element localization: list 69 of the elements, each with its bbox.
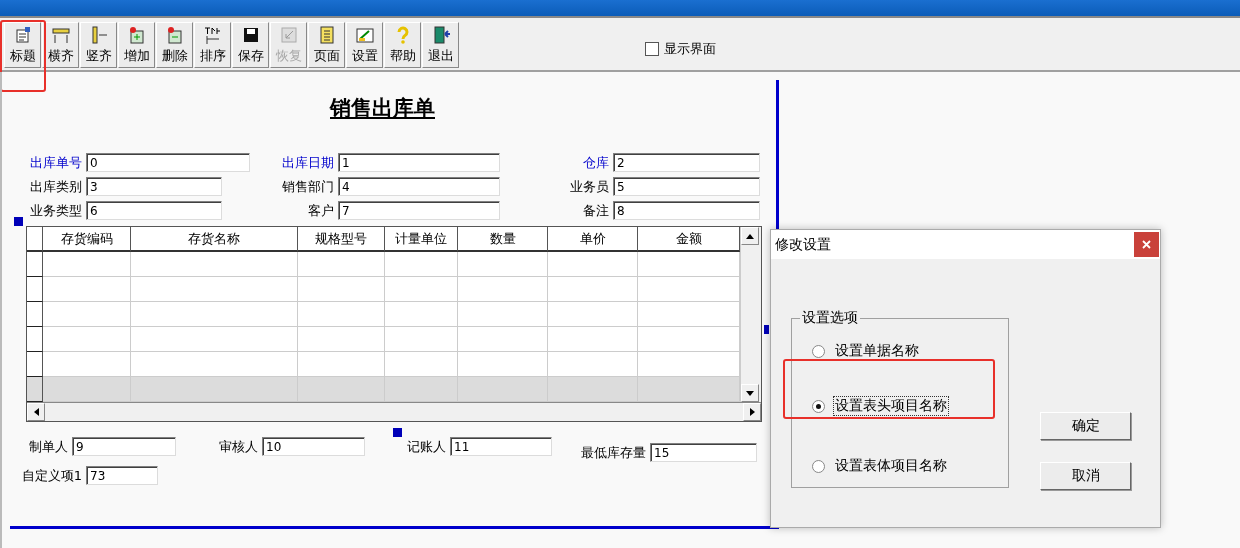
toolbar-button[interactable]: 排序 (194, 22, 231, 68)
show-ui-checkbox[interactable]: 显示界面 (645, 40, 716, 58)
column-header: 计量单位 (385, 227, 458, 252)
toolbar-button[interactable]: 保存 (232, 22, 269, 68)
selection-handle[interactable] (393, 428, 402, 437)
input-field[interactable]: 4 (338, 177, 500, 196)
ruler-icon (50, 25, 71, 45)
close-button[interactable] (1134, 232, 1159, 257)
column-header: 规格型号 (298, 227, 385, 252)
field-label: 仓库 (583, 153, 609, 172)
column-header: 单价 (548, 227, 638, 252)
input-field[interactable]: 73 (86, 466, 158, 485)
input-field[interactable]: 1 (338, 153, 500, 172)
toolbar-button[interactable]: 竖齐 (80, 22, 117, 68)
input-field[interactable]: 6 (86, 201, 222, 220)
input-field[interactable]: 3 (86, 177, 222, 196)
sort-icon (202, 25, 223, 45)
input-field[interactable]: 5 (613, 177, 760, 196)
down-arrow-icon (746, 390, 754, 396)
toolbar-button[interactable]: 删除 (156, 22, 193, 68)
field-label: 记账人 (407, 437, 446, 456)
column-header: 金额 (638, 227, 740, 252)
radio-option[interactable]: 设置表体项目名称 (812, 456, 949, 476)
input-field[interactable]: 9 (72, 437, 176, 456)
input-field[interactable]: 10 (262, 437, 365, 456)
field-label: 出库单号 (30, 153, 82, 172)
field-label: 客户 (308, 201, 334, 220)
selection-handle[interactable] (764, 325, 769, 334)
input-field[interactable]: 11 (450, 437, 552, 456)
toolbar-button[interactable]: 页面 (308, 22, 345, 68)
field-label: 业务类型 (30, 201, 82, 220)
field-label: 最低库存量 (581, 443, 646, 462)
input-field[interactable]: 2 (613, 153, 760, 172)
dialog-button[interactable]: 取消 (1040, 462, 1131, 490)
dialog-title: 修改设置 (775, 235, 831, 254)
column-header: 存货编码 (43, 227, 131, 252)
toolbar-button[interactable]: 设置 (346, 22, 383, 68)
column-header: 数量 (458, 227, 548, 252)
field-label: 审核人 (219, 437, 258, 456)
toolbar-button[interactable]: 横齐 (42, 22, 79, 68)
input-field[interactable]: 0 (86, 153, 250, 172)
toolbar-button[interactable]: 退出 (422, 22, 459, 68)
input-field[interactable]: 7 (338, 201, 500, 220)
input-field[interactable]: 15 (650, 443, 757, 462)
input-field[interactable]: 8 (613, 201, 760, 220)
undo-icon (278, 25, 299, 45)
radio-option[interactable]: 设置单据名称 (812, 341, 921, 361)
group-label: 设置选项 (800, 309, 860, 327)
toolbar-button[interactable]: 增加 (118, 22, 155, 68)
field-label: 销售部门 (282, 177, 334, 196)
field-label: 出库日期 (282, 153, 334, 172)
field-label: 出库类别 (30, 177, 82, 196)
dialog-button[interactable]: 确定 (1040, 412, 1131, 440)
left-arrow-icon (33, 408, 39, 416)
toolbar-button[interactable]: 标题 (4, 22, 41, 68)
form-title: 销售出库单 (330, 94, 435, 122)
toolbar-button[interactable]: 帮助 (384, 22, 421, 68)
field-label: 制单人 (29, 437, 68, 456)
right-arrow-icon (749, 408, 755, 416)
close-icon (1142, 240, 1151, 249)
column-header: 存货名称 (131, 227, 298, 252)
up-arrow-icon (746, 233, 754, 239)
field-label: 业务员 (570, 177, 609, 196)
settings-icon (354, 25, 375, 45)
vertical-scrollbar[interactable] (740, 227, 761, 402)
selection-handle[interactable] (14, 217, 23, 226)
field-label: 备注 (583, 201, 609, 220)
horizontal-scrollbar[interactable] (27, 402, 761, 421)
field-label: 自定义项1 (21, 466, 82, 485)
